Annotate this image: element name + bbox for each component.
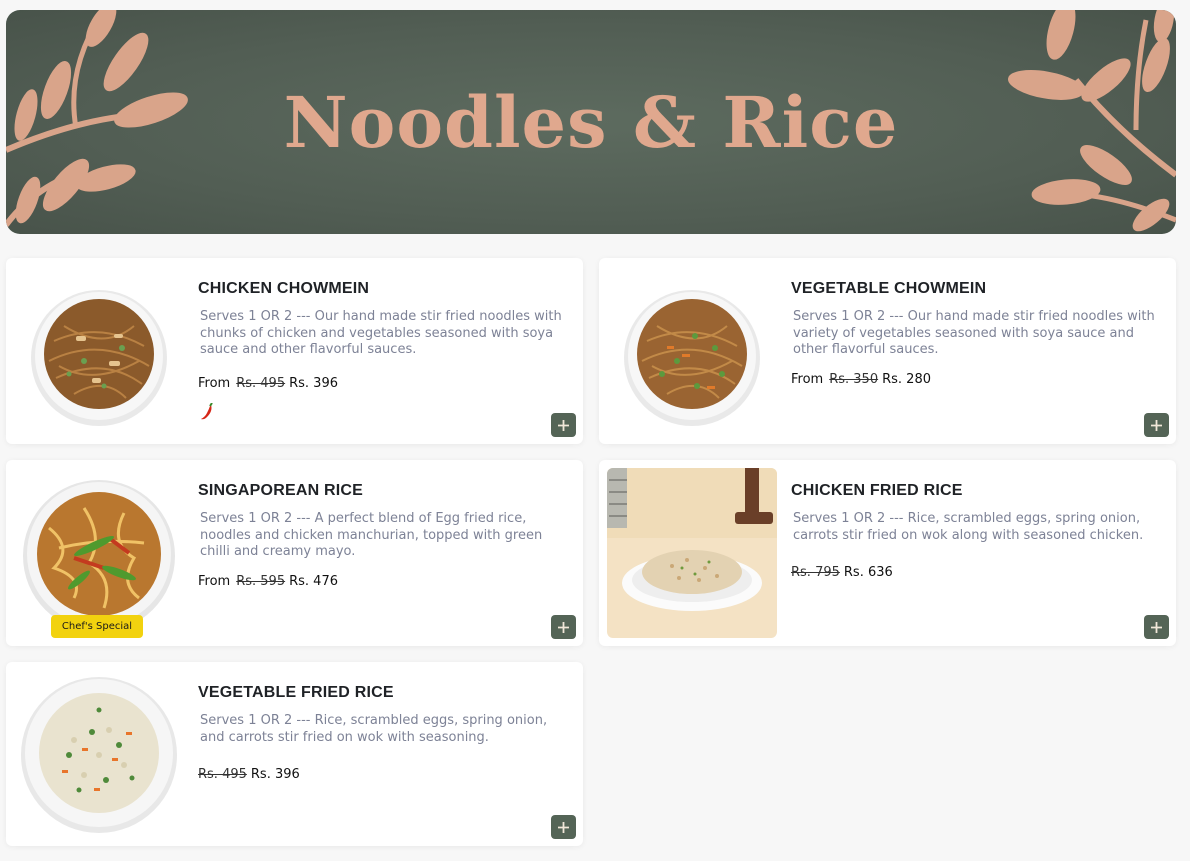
singaporean-rice-plate-image (23, 480, 175, 632)
original-price: Rs. 495 (236, 376, 286, 391)
item-description: Serves 1 OR 2 --- Rice, scrambled eggs, … (793, 511, 1144, 543)
discounted-price: Rs. 396 (289, 376, 338, 391)
plus-icon (1151, 419, 1162, 431)
item-price: From Rs. 350 Rs. 280 (791, 372, 931, 387)
original-price: Rs. 495 (198, 767, 247, 782)
menu-item-card[interactable]: Chef's Special SINGAPOREAN RICE Serves 1… (6, 460, 583, 646)
plus-icon (558, 419, 569, 431)
chefs-special-badge: Chef's Special (51, 615, 143, 638)
item-name: SINGAPOREAN RICE (198, 482, 363, 499)
add-to-cart-button[interactable] (551, 413, 576, 437)
add-to-cart-button[interactable] (1144, 615, 1169, 639)
from-label: From (791, 372, 824, 387)
from-label: From (198, 574, 231, 589)
menu-item-card[interactable]: VEGETABLE FRIED RICE Serves 1 OR 2 --- R… (6, 662, 583, 846)
item-price: Rs. 495 Rs. 396 (198, 767, 300, 782)
vegetable-rice-plate-image (21, 677, 177, 833)
add-to-cart-button[interactable] (1144, 413, 1169, 437)
discounted-price: Rs. 636 (843, 565, 893, 580)
menu-item-card[interactable]: CHICKEN CHOWMEIN Serves 1 OR 2 --- Our h… (6, 258, 583, 444)
category-banner: Noodles & Rice (6, 10, 1176, 234)
from-label: From (198, 376, 231, 391)
item-description: Serves 1 OR 2 --- Our hand made stir fri… (200, 309, 562, 357)
discounted-price: Rs. 396 (250, 767, 300, 782)
item-price: From Rs. 495 Rs. 396 (198, 376, 338, 391)
item-name: CHICKEN CHOWMEIN (198, 280, 370, 297)
noodles-plate-image (31, 290, 167, 426)
discounted-price: Rs. 476 (289, 574, 338, 589)
item-description: Serves 1 OR 2 --- Our hand made stir fri… (793, 309, 1155, 357)
item-description: Serves 1 OR 2 --- A perfect blend of Egg… (200, 511, 543, 559)
leaf-branch-right-icon (1008, 10, 1176, 232)
menu-item-card[interactable]: VEGETABLE CHOWMEIN Serves 1 OR 2 --- Our… (599, 258, 1176, 444)
menu-item-card[interactable]: CHICKEN FRIED RICE Serves 1 OR 2 --- Ric… (599, 460, 1176, 646)
fried-rice-photo-image (607, 468, 777, 638)
add-to-cart-button[interactable] (551, 615, 576, 639)
chili-icon (201, 403, 213, 420)
original-price: Rs. 795 (791, 565, 840, 580)
original-price: Rs. 595 (236, 574, 286, 589)
item-name: VEGETABLE CHOWMEIN (791, 280, 987, 297)
original-price: Rs. 350 (829, 372, 879, 387)
discounted-price: Rs. 280 (882, 372, 931, 387)
add-to-cart-button[interactable] (551, 815, 576, 839)
plus-icon (1151, 621, 1162, 633)
item-name: CHICKEN FRIED RICE (791, 482, 963, 499)
noodles-plate-image (624, 290, 760, 426)
item-price: Rs. 795 Rs. 636 (791, 565, 893, 580)
plus-icon (558, 821, 569, 833)
item-price: From Rs. 595 Rs. 476 (198, 574, 338, 589)
plus-icon (558, 621, 569, 633)
item-name: VEGETABLE FRIED RICE (198, 684, 394, 701)
item-description: Serves 1 OR 2 --- Rice, scrambled eggs, … (200, 713, 548, 745)
